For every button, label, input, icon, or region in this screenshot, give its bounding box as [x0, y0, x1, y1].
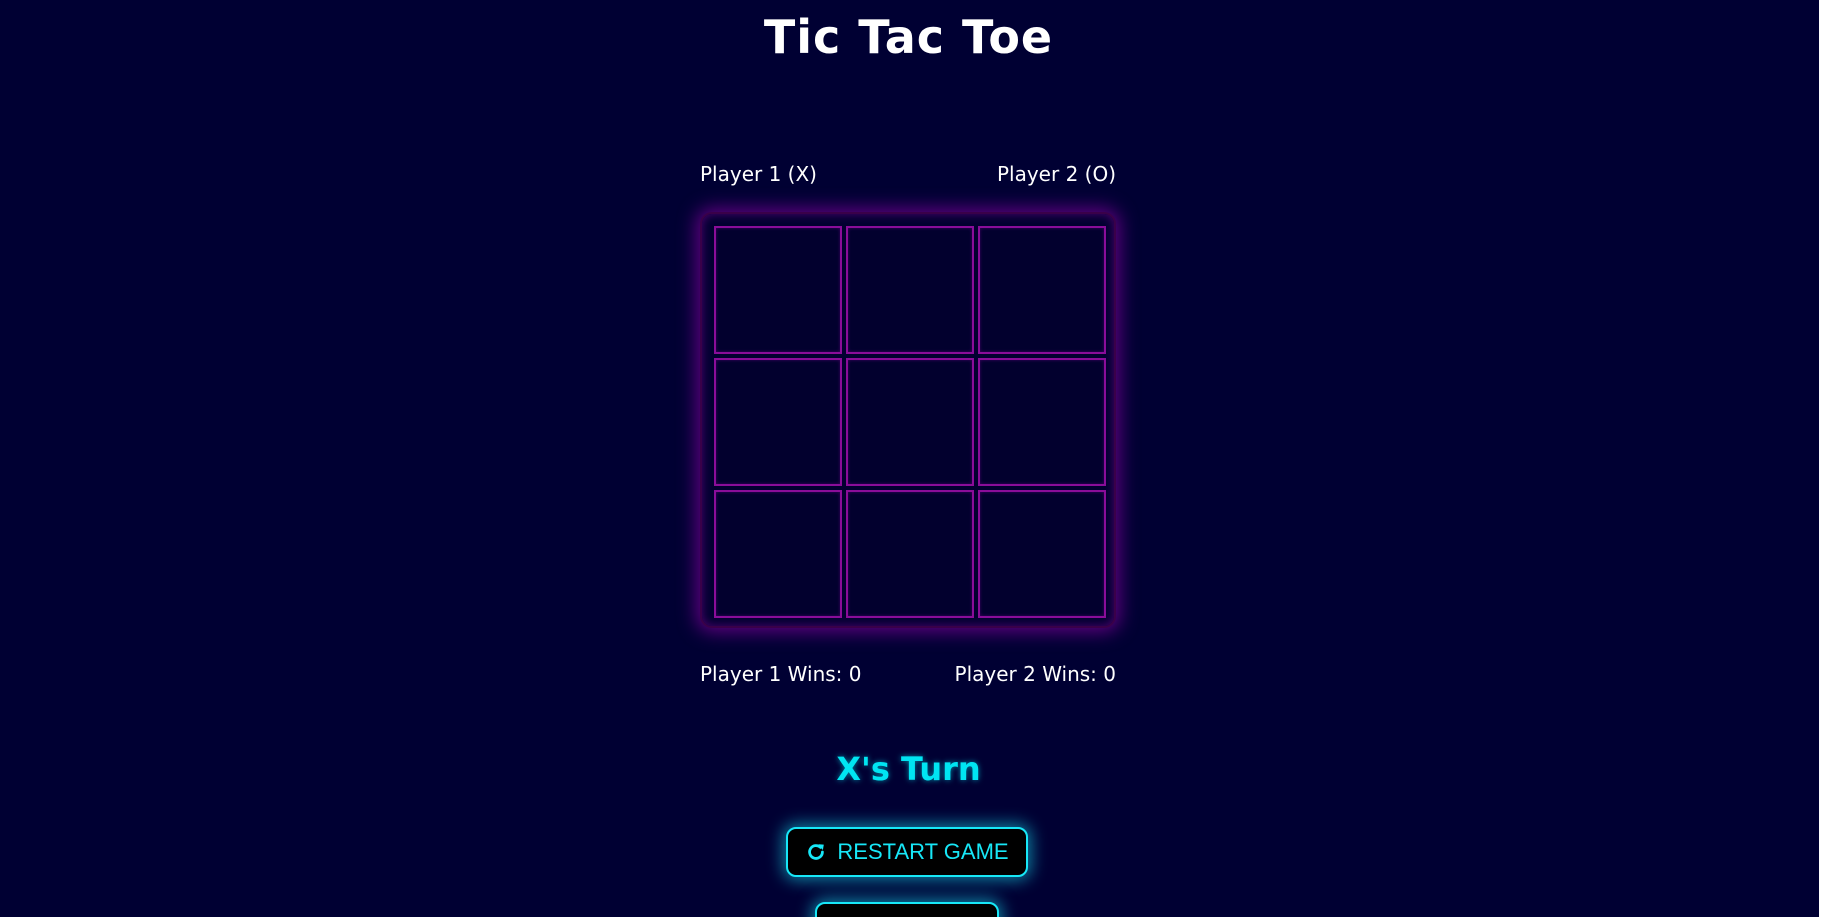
page-title: Tic Tac Toe — [763, 10, 1054, 64]
board-cell[interactable] — [846, 490, 974, 618]
refresh-icon — [805, 841, 827, 863]
board-cell[interactable] — [978, 490, 1106, 618]
board-cell[interactable] — [714, 358, 842, 486]
restart-button[interactable]: RESTART GAME — [786, 827, 1028, 877]
turn-indicator: X's Turn — [836, 750, 981, 788]
players-row: Player 1 (X) Player 2 (O) — [700, 162, 1116, 186]
scrollbar-thumb[interactable] — [1820, 0, 1826, 917]
board-cell[interactable] — [714, 490, 842, 618]
secondary-button[interactable] — [815, 902, 999, 917]
scrollbar[interactable] — [1819, 0, 1827, 917]
board-cell[interactable] — [846, 226, 974, 354]
game-board-frame — [700, 212, 1116, 628]
player1-wins: Player 1 Wins: 0 — [700, 662, 862, 686]
board-cell[interactable] — [714, 226, 842, 354]
game-board — [714, 226, 1106, 618]
game-container: Tic Tac Toe Player 1 (X) Player 2 (O) Pl… — [0, 0, 1827, 917]
board-cell[interactable] — [978, 358, 1106, 486]
player2-label: Player 2 (O) — [996, 162, 1116, 186]
restart-button-label: RESTART GAME — [837, 839, 1009, 864]
board-cell[interactable] — [846, 358, 974, 486]
player1-label: Player 1 (X) — [700, 162, 817, 186]
player2-wins: Player 2 Wins: 0 — [954, 662, 1116, 686]
board-cell[interactable] — [978, 226, 1106, 354]
wins-row: Player 1 Wins: 0 Player 2 Wins: 0 — [700, 662, 1116, 686]
game-page: Tic Tac Toe Player 1 (X) Player 2 (O) Pl… — [0, 0, 1827, 917]
